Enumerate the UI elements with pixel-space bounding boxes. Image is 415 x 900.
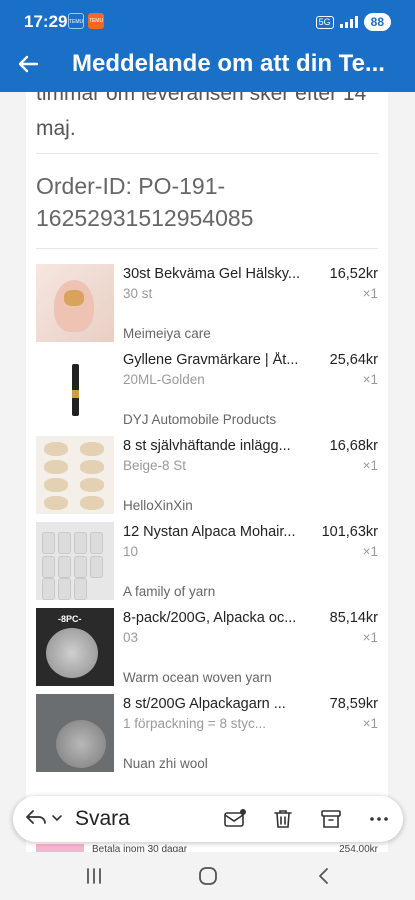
status-bar: 17:29 TEMU TEMU 5G 88 [0,0,415,44]
network-5g-icon: 5G [315,15,334,29]
peek-value: 254,00kr [339,844,378,852]
system-nav-bar [0,852,415,900]
item-seller: Warm ocean woven yarn [123,670,272,685]
item-quantity: ×1 [362,372,378,387]
item-quantity: ×1 [362,286,378,301]
item-price: 101,63kr [321,524,378,540]
item-variant: 30 st [123,286,153,301]
status-time: 17:29 [24,12,68,31]
item-quantity: ×1 [362,716,378,731]
product-image: -8PC- [36,608,114,686]
order-item[interactable]: -8PC- 8-pack/200G, Alpacka oc... 85,14kr… [36,608,378,690]
order-item[interactable]: 12 Nystan Alpaca Mohair... 101,63kr 10 ×… [36,522,378,604]
recents-icon[interactable] [82,866,106,886]
item-name: 8 st/200G Alpackagarn ... [123,696,286,712]
item-quantity: ×1 [362,458,378,473]
archive-icon[interactable] [319,807,343,831]
item-variant: 1 förpackning = 8 styc... [123,716,266,731]
temu-app-icon: TEMU [68,13,84,29]
signal-icon [339,16,358,28]
item-name: 12 Nystan Alpaca Mohair... [123,524,296,540]
item-variant: 20ML-Golden [123,372,205,387]
divider [36,153,378,154]
item-variant: 10 [123,544,139,559]
order-item[interactable]: 8 st/200G Alpackagarn ... 78,59kr 1 förp… [36,694,378,776]
item-name: 30st Bekväma Gel Hälsky... [123,266,301,282]
divider [36,248,378,249]
item-price: 85,14kr [329,610,378,626]
item-seller: HelloXinXin [123,498,193,513]
order-item[interactable]: Gyllene Gravmärkare | Åt... 25,64kr 20ML… [36,350,378,432]
item-price: 78,59kr [329,696,378,712]
item-variant: 03 [123,630,139,645]
reply-button[interactable]: Svara [25,807,155,831]
item-seller: Meimeiya care [123,326,211,341]
back-icon[interactable] [312,866,336,886]
app-header: 17:29 TEMU TEMU 5G 88 Meddelande om att … [0,0,415,92]
more-icon[interactable] [367,807,391,831]
reply-toolbar: Svara [13,796,403,842]
item-quantity: ×1 [362,544,378,559]
page-title: Meddelande om att din Te... [72,50,385,77]
intro-text: timmar om leveransen sker efter 14 maj. [36,92,367,140]
next-section-peek: Betala inom 30 dagar 254,00kr [36,842,378,852]
item-seller: Nuan zhi wool [123,756,208,771]
product-image [36,436,114,514]
status-indicators: 5G 88 [315,12,391,32]
item-price: 16,52kr [329,266,378,282]
item-price: 25,64kr [329,352,378,368]
order-item[interactable]: 30st Bekväma Gel Hälsky... 16,52kr 30 st… [36,264,378,346]
reply-label: Svara [75,807,130,830]
product-image [36,264,114,342]
item-seller: DYJ Automobile Products [123,412,277,427]
order-id: Order-ID: PO-191-16252931512954085 [36,173,254,231]
product-image [36,350,114,428]
home-icon[interactable] [196,866,220,886]
item-variant: Beige-8 St [123,458,187,473]
product-image [36,844,84,852]
battery-icon: 88 [363,13,391,31]
chevron-down-icon[interactable] [51,810,63,828]
item-price: 16,68kr [329,438,378,454]
peek-text: Betala inom 30 dagar [92,844,188,852]
product-image [36,694,114,772]
item-quantity: ×1 [362,630,378,645]
mark-unread-icon[interactable] [223,807,247,831]
order-item[interactable]: 8 st självhäftande inlägg... 16,68kr Bei… [36,436,378,518]
product-image [36,522,114,600]
item-seller: A family of yarn [123,584,216,599]
item-name: 8 st självhäftande inlägg... [123,438,291,454]
arrow-left-icon[interactable] [16,52,40,76]
reply-icon [25,807,47,832]
trash-icon[interactable] [271,807,295,831]
email-body[interactable]: timmar om leveransen sker efter 14 maj. … [26,92,388,852]
item-name: Gyllene Gravmärkare | Åt... [123,352,299,368]
temu-app-icon: TEMU [88,13,104,29]
item-name: 8-pack/200G, Alpacka oc... [123,610,297,626]
